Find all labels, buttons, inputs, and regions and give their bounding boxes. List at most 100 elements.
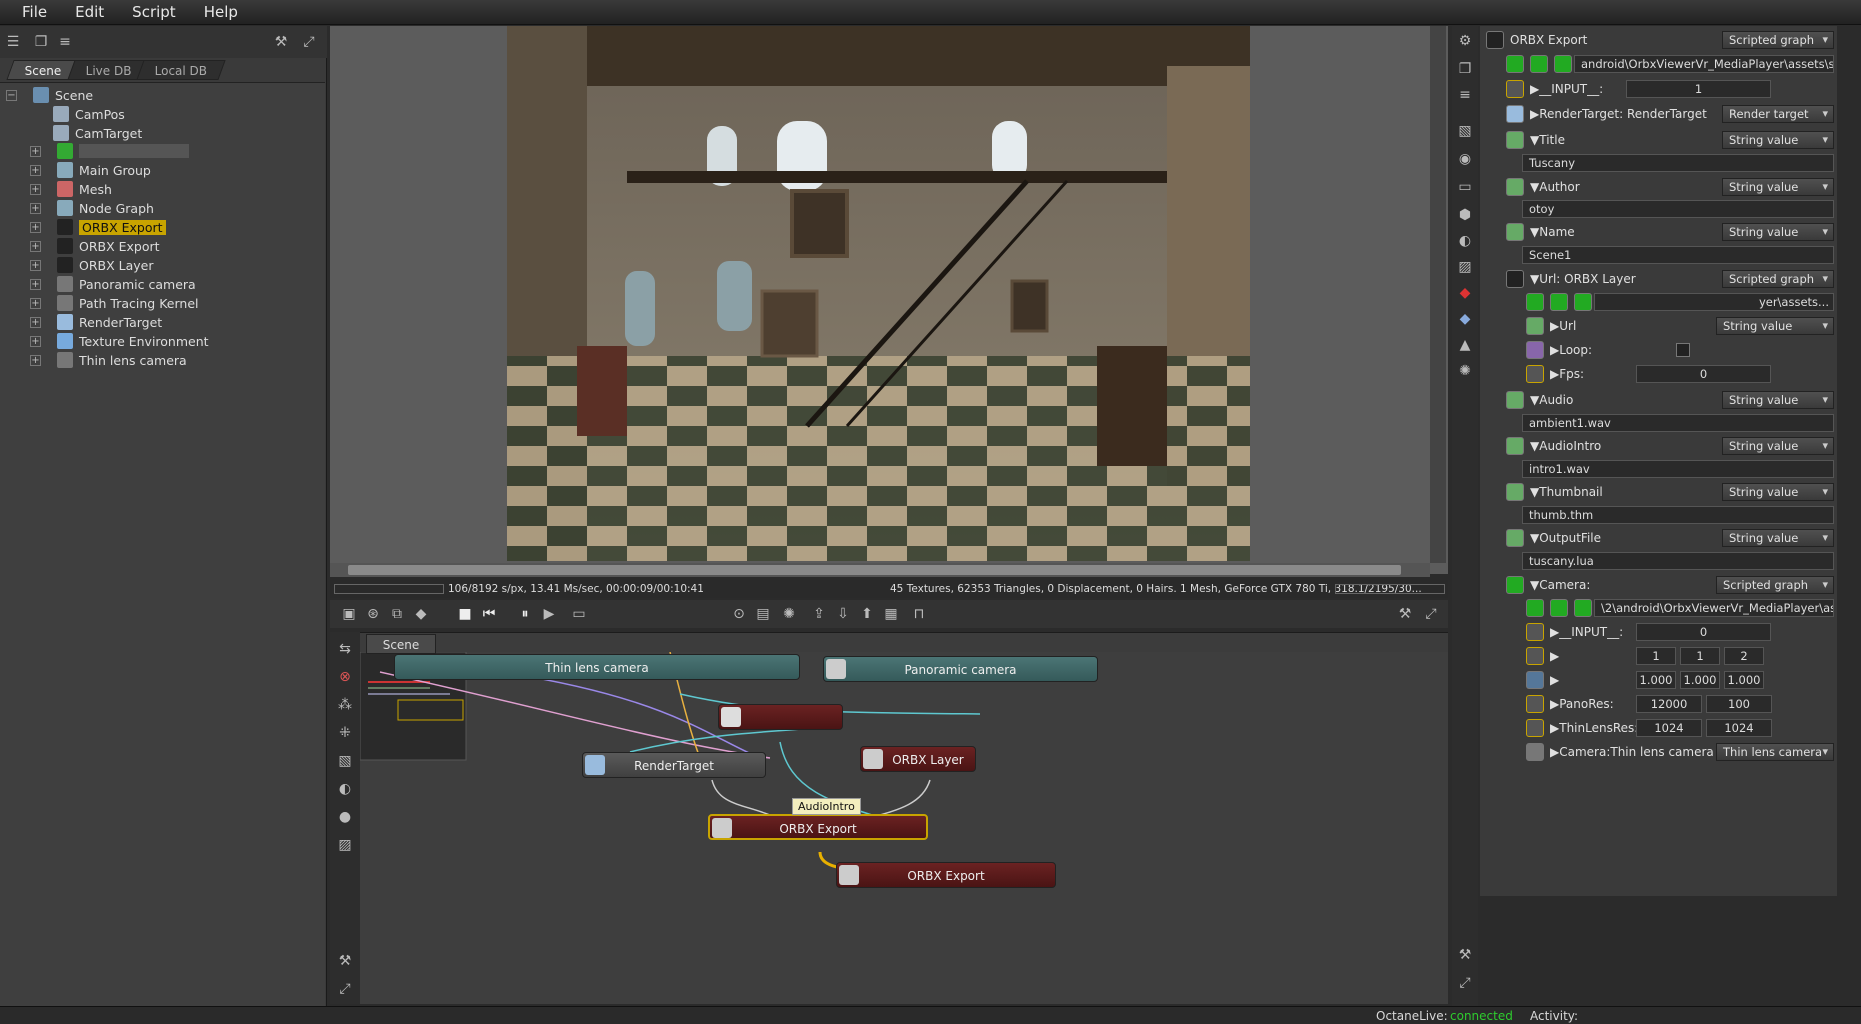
cube-icon[interactable]: ◆ <box>412 605 430 623</box>
tree-item[interactable]: + Node Graph <box>30 198 154 218</box>
expand-icon[interactable]: ⤢ <box>1456 974 1474 992</box>
monitor-icon[interactable]: ▭ <box>1456 178 1474 196</box>
node-panoramic-camera[interactable]: Panoramic camera <box>823 656 1098 682</box>
expand-icon[interactable]: + <box>30 221 41 233</box>
run-icon[interactable] <box>1574 599 1592 617</box>
expand-arrow[interactable]: ▶ <box>1550 673 1559 687</box>
node-render-target[interactable]: RenderTarget <box>582 752 766 778</box>
tree-item[interactable]: + Path Tracing Kernel <box>30 293 198 313</box>
snapshot-icon[interactable]: ⊙ <box>730 605 748 623</box>
expand-icon[interactable]: + <box>30 335 41 347</box>
reload-icon[interactable] <box>1526 293 1544 311</box>
sphere-icon[interactable]: ● <box>336 808 354 826</box>
play-icon[interactable]: ▶ <box>540 605 558 623</box>
node-thin-lens-camera[interactable]: Thin lens camera <box>394 654 800 680</box>
collapse-arrow[interactable]: ▼ <box>1530 133 1539 147</box>
texture-icon[interactable]: ▨ <box>1456 258 1474 276</box>
expand-icon[interactable]: + <box>30 297 41 309</box>
collapse-arrow[interactable]: ▼ <box>1530 439 1539 453</box>
refresh-icon[interactable] <box>1550 599 1568 617</box>
outputfile-value[interactable]: tuscany.lua <box>1522 552 1834 570</box>
region-icon[interactable]: ⧉ <box>388 605 406 623</box>
panores-height-field[interactable]: 100 <box>1706 695 1772 713</box>
expand-arrow[interactable]: ▶ <box>1550 367 1559 381</box>
string-type-dropdown[interactable]: String value <box>1722 391 1834 409</box>
checker-icon[interactable]: ▦ <box>882 605 900 623</box>
material-icon[interactable]: ◐ <box>1456 232 1474 250</box>
tree-item[interactable]: + RenderTarget <box>30 312 162 332</box>
expand-arrow[interactable]: ▶ <box>1530 82 1539 96</box>
audiointro-value[interactable]: intro1.wav <box>1522 460 1834 478</box>
tree-root[interactable]: − Scene <box>6 85 93 105</box>
geometry-icon[interactable]: ⬢ <box>1456 206 1474 224</box>
menu-edit[interactable]: Edit <box>61 0 118 25</box>
string-type-dropdown[interactable]: String value <box>1716 317 1834 335</box>
title-value[interactable]: Tuscany <box>1522 154 1834 172</box>
menu-help[interactable]: Help <box>190 0 252 25</box>
layers-icon[interactable]: ❐ <box>1456 60 1474 78</box>
thinlensres-height-field[interactable]: 1024 <box>1706 719 1772 737</box>
collapse-arrow[interactable]: ▼ <box>1530 272 1539 286</box>
scrollbar-thumb[interactable] <box>348 565 1401 575</box>
wrench-icon[interactable]: ⚒ <box>1456 946 1474 964</box>
camera-reset-icon[interactable]: ▣ <box>340 605 358 623</box>
input-value-field[interactable]: 1 <box>1626 80 1771 98</box>
string-type-dropdown[interactable]: String value <box>1722 483 1834 501</box>
name-value[interactable]: Scene1 <box>1522 246 1834 264</box>
blue-cube-icon[interactable]: ◆ <box>1456 310 1474 328</box>
url-layer-path-field[interactable]: yer\assets... <box>1594 293 1834 311</box>
save-render-icon[interactable]: ▤ <box>754 605 772 623</box>
expand-icon[interactable]: ⤢ <box>1422 605 1440 623</box>
string-type-dropdown[interactable]: String value <box>1722 529 1834 547</box>
expand-arrow[interactable]: ▶ <box>1550 625 1559 639</box>
tree-item[interactable]: + Panoramic camera <box>30 274 196 294</box>
vec-z-field[interactable]: 2 <box>1724 647 1764 665</box>
collapse-arrow[interactable]: ▼ <box>1530 225 1539 239</box>
expand-arrow[interactable]: ▶ <box>1550 343 1559 357</box>
expand-icon[interactable]: + <box>30 354 41 366</box>
collapse-arrow[interactable]: ▼ <box>1530 180 1539 194</box>
menu-file[interactable]: File <box>8 0 61 25</box>
expand-arrow[interactable]: ▶ <box>1530 107 1539 121</box>
collapse-arrow[interactable]: ▼ <box>1530 578 1539 592</box>
string-type-dropdown[interactable]: String value <box>1722 437 1834 455</box>
string-type-dropdown[interactable]: String value <box>1722 131 1834 149</box>
tree-item[interactable]: + ORBX Layer <box>30 255 154 275</box>
camera-dropdown[interactable]: Thin lens camera <box>1716 743 1834 761</box>
camera-icon[interactable]: ◉ <box>1456 150 1474 168</box>
texture-icon[interactable]: ▨ <box>336 836 354 854</box>
expand-icon[interactable]: + <box>30 202 41 214</box>
grid-icon[interactable]: ⁂ <box>336 696 354 714</box>
panores-width-field[interactable]: 12000 <box>1636 695 1702 713</box>
string-type-dropdown[interactable]: String value <box>1722 178 1834 196</box>
wrench-icon[interactable]: ⚒ <box>1396 605 1414 623</box>
expand-icon[interactable]: + <box>30 183 41 195</box>
pause-icon[interactable]: ⏸ <box>516 605 534 623</box>
tree-item[interactable]: + Thin lens camera <box>30 350 187 370</box>
reload-icon[interactable] <box>1526 599 1544 617</box>
camera-path-field[interactable]: \2\android\OrbxViewerVr_MediaPlayer\asse… <box>1594 599 1834 617</box>
string-type-dropdown[interactable]: String value <box>1722 223 1834 241</box>
thinlensres-width-field[interactable]: 1024 <box>1636 719 1702 737</box>
refresh-icon[interactable] <box>1550 293 1568 311</box>
fps-value-field[interactable]: 0 <box>1636 365 1771 383</box>
run-icon[interactable] <box>1574 293 1592 311</box>
expand-arrow[interactable]: ▶ <box>1550 721 1559 735</box>
render-target-dropdown[interactable]: Render target <box>1722 105 1834 123</box>
delete-icon[interactable]: ⊗ <box>336 668 354 686</box>
tree-item[interactable]: + <box>30 141 189 161</box>
expand-arrow[interactable]: ▶ <box>1550 745 1559 759</box>
viewport-vertical-scrollbar[interactable] <box>1430 26 1446 563</box>
nodes-icon[interactable]: ⁜ <box>336 724 354 742</box>
tab-node-graph-scene[interactable]: Scene <box>366 634 436 654</box>
vec-x-field[interactable]: 1.000 <box>1636 671 1676 689</box>
import-icon[interactable]: ⇩ <box>834 605 852 623</box>
refresh-icon[interactable] <box>1530 55 1548 73</box>
export-icon[interactable]: ⇪ <box>810 605 828 623</box>
node-orbx-export[interactable]: ORBX Export <box>836 862 1056 888</box>
node-orbx-layer[interactable]: ORBX Layer <box>860 746 976 772</box>
expand-icon[interactable]: + <box>30 240 41 252</box>
pick-icon[interactable]: ⊛ <box>364 605 382 623</box>
light-icon[interactable]: ✺ <box>780 605 798 623</box>
expand-arrow[interactable]: ▶ <box>1550 649 1559 663</box>
